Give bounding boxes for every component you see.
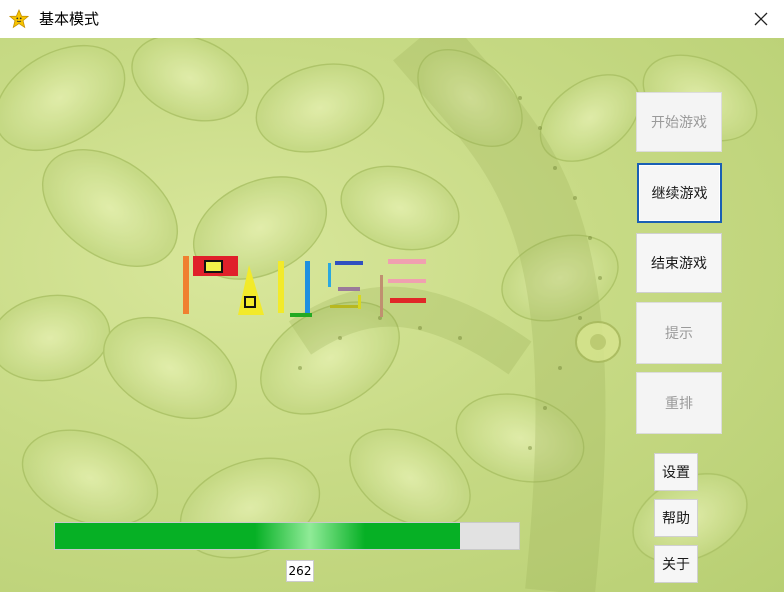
reshuffle-button[interactable]: 重排 bbox=[636, 372, 722, 434]
end-game-button[interactable]: 结束游戏 bbox=[636, 233, 722, 293]
start-game-button[interactable]: 开始游戏 bbox=[636, 92, 722, 152]
progress-glow bbox=[255, 523, 365, 549]
time-progress-fill bbox=[55, 523, 461, 549]
continue-game-button[interactable]: 继续游戏 bbox=[638, 164, 721, 222]
settings-button[interactable]: 设置 bbox=[654, 453, 698, 491]
window-title: 基本模式 bbox=[39, 10, 100, 28]
hint-button[interactable]: 提示 bbox=[636, 302, 722, 364]
about-button[interactable]: 关于 bbox=[654, 545, 698, 583]
close-icon[interactable] bbox=[745, 4, 777, 34]
game-board[interactable]: 开始游戏 继续游戏 结束游戏 提示 重排 设置 帮助 关于 262 bbox=[0, 38, 784, 592]
time-progress-bar bbox=[54, 522, 520, 550]
help-button[interactable]: 帮助 bbox=[654, 499, 698, 537]
title-bar: 基本模式 bbox=[0, 0, 784, 38]
pause-status-graphic bbox=[183, 256, 426, 317]
star-face-icon bbox=[8, 8, 30, 29]
time-remaining-counter: 262 bbox=[286, 560, 314, 582]
